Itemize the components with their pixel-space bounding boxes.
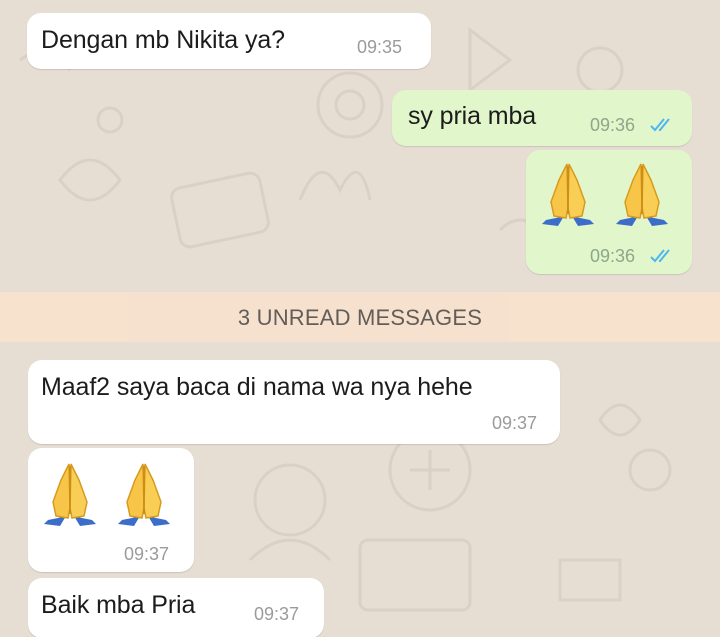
message-timestamp: 09:35 (357, 37, 403, 57)
message-timestamp: 09:37 (124, 544, 170, 564)
emoji-row (538, 158, 672, 228)
message-timestamp: 09:37 (492, 413, 538, 433)
folded-hands-icon (542, 163, 594, 226)
message-timestamp: 09:37 (254, 604, 300, 624)
message-bubble-outgoing[interactable]: sy pria mba 09:36 (392, 90, 692, 146)
unread-messages-banner: 3 UNREAD MESSAGES (0, 292, 720, 342)
double-check-icon (650, 249, 670, 263)
message-text: sy pria mba (408, 102, 537, 130)
folded-hands-icon (44, 463, 96, 526)
message-bubble-incoming[interactable]: Baik mba Pria 09:37 (28, 578, 324, 637)
folded-hands-icon (616, 163, 668, 226)
message-bubble-incoming[interactable]: Maaf2 saya baca di nama wa nya hehe 09:3… (28, 360, 560, 444)
message-bubble-incoming[interactable]: Dengan mb Nikita ya? 09:35 (27, 13, 431, 69)
emoji-row (40, 458, 174, 528)
message-bubble-outgoing[interactable]: 09:36 (526, 150, 692, 274)
unread-messages-label: 3 UNREAD MESSAGES (237, 305, 483, 330)
message-timestamp: 09:36 (590, 246, 636, 266)
message-text: Dengan mb Nikita ya? (41, 26, 285, 54)
message-timestamp: 09:36 (590, 115, 636, 135)
message-bubble-incoming[interactable]: 09:37 (28, 448, 194, 572)
message-text: Baik mba Pria (41, 591, 196, 619)
folded-hands-icon (118, 463, 170, 526)
double-check-icon (650, 118, 670, 132)
message-text: Maaf2 saya baca di nama wa nya hehe (41, 373, 473, 401)
